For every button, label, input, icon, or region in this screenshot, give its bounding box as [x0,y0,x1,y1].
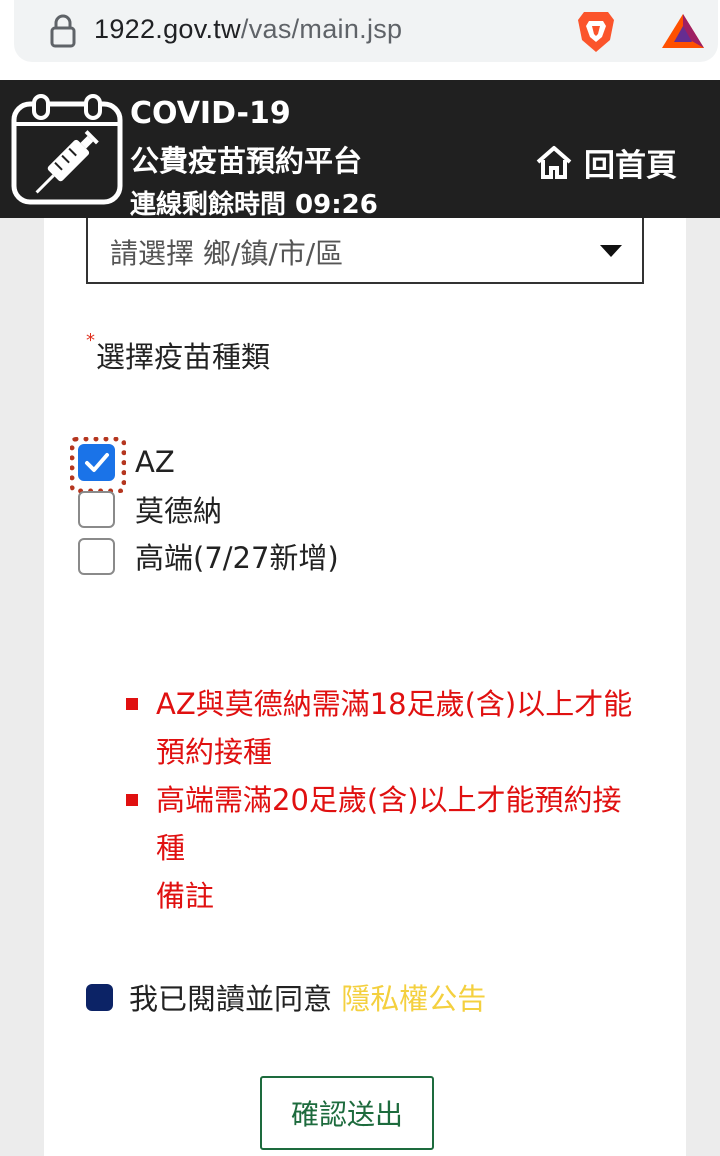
session-timer: 連線剩餘時間 09:26 [130,190,378,220]
url-text: 1922.gov.tw/vas/main.jsp [94,14,403,44]
bullet-square-icon [126,698,138,710]
notes-remark-link[interactable]: 備註 [156,879,214,913]
home-button-label: 回首頁 [584,147,677,184]
site-header: COVID-19 公費疫苗預約平台 連線剩餘時間 09:26 回首頁 [0,80,720,220]
home-icon [536,146,572,179]
vaccine-option-az[interactable]: AZ [78,443,175,481]
district-select[interactable]: 請選擇 鄉/鎮/市/區 [86,218,644,284]
privacy-notice-link[interactable]: 隱私權公告 [341,982,486,1016]
site-title-line2: 公費疫苗預約平台 [130,144,363,178]
note-item: AZ與莫德納需滿18足歲(含)以上才能預約接種 [126,680,636,776]
site-title-line1: COVID-19 [130,96,291,131]
required-mark: * [86,330,95,351]
address-bar[interactable]: 1922.gov.tw/vas/main.jsp [14,0,718,62]
agree-checkbox[interactable] [86,983,113,1011]
submit-button[interactable]: 確認送出 [260,1076,434,1150]
vaccine-az-label: AZ [135,445,175,479]
privacy-agreement: 我已閱讀並同意 隱私權公告 [86,976,486,1018]
brave-shields-icon[interactable] [576,8,616,54]
vaccine-option-moderna[interactable]: 莫德納 [78,490,222,528]
vaccine-type-label: 選擇疫苗種類 [96,340,271,374]
vaccine-medigen-checkbox[interactable] [78,537,115,575]
agree-text: 我已閱讀並同意 [129,982,333,1016]
vaccine-medigen-label: 高端(7/27新增) [135,541,339,575]
chevron-down-icon [600,245,622,257]
bullet-square-icon [126,794,138,806]
vaccine-az-checkbox[interactable] [78,443,115,481]
district-select-placeholder: 請選擇 鄉/鎮/市/區 [110,237,344,270]
vaccine-moderna-label: 莫德納 [135,494,223,528]
vaccine-moderna-checkbox[interactable] [78,490,115,528]
vaccine-option-medigen[interactable]: 高端(7/27新增) [78,537,339,575]
lock-icon [50,14,76,48]
checkmark-icon [85,452,109,472]
vaccine-calendar-logo-icon [11,94,123,205]
note-item: 高端需滿20足歲(含)以上才能預約接種 備註 [126,776,636,920]
home-button[interactable]: 回首頁 [534,142,677,184]
browser-toolbar: 1922.gov.tw/vas/main.jsp [0,0,720,80]
brave-rewards-icon[interactable] [660,12,706,50]
eligibility-notes: AZ與莫德納需滿18足歲(含)以上才能預約接種 高端需滿20足歲(含)以上才能預… [126,680,636,920]
